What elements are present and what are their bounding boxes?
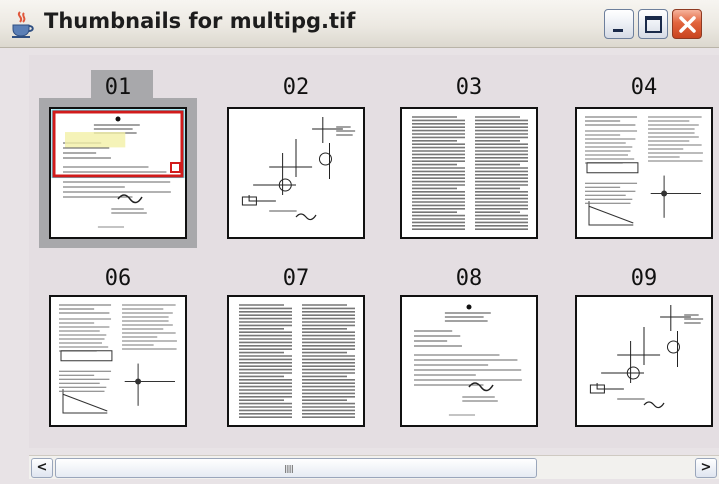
close-button[interactable] bbox=[672, 9, 702, 39]
thumbnail-label: 03 bbox=[455, 75, 483, 100]
page-thumbnail-image[interactable] bbox=[227, 107, 365, 239]
thumbnail-label: 08 bbox=[455, 266, 483, 291]
close-icon bbox=[679, 16, 696, 33]
thumbnail-label: 06 bbox=[104, 266, 132, 291]
scroll-right-button[interactable]: > bbox=[695, 458, 717, 478]
scroll-left-button[interactable]: < bbox=[31, 458, 53, 478]
minimize-button[interactable] bbox=[604, 9, 634, 39]
thumbnail-label: 01 bbox=[104, 75, 132, 100]
java-cup-icon bbox=[10, 10, 36, 38]
page-thumbnail-image[interactable] bbox=[400, 295, 538, 427]
page-thumbnail-image[interactable] bbox=[49, 107, 187, 239]
page-thumbnail-image[interactable] bbox=[575, 107, 713, 239]
chevron-left-icon: < bbox=[36, 460, 48, 475]
chevron-right-icon: > bbox=[700, 460, 712, 475]
scrollbar-grip: IIII bbox=[284, 463, 294, 476]
minimize-icon bbox=[613, 29, 623, 32]
thumbnail-label: 07 bbox=[282, 266, 310, 291]
maximize-button[interactable] bbox=[638, 9, 668, 39]
maximize-icon bbox=[645, 16, 662, 33]
thumbnail-window: Thumbnails for multipg.tif 01 02 03 04 06 07 0… bbox=[0, 0, 719, 484]
page-thumbnail-image[interactable] bbox=[575, 295, 713, 427]
thumbnail-label: 02 bbox=[282, 75, 310, 100]
thumbnail-label: 04 bbox=[630, 75, 658, 100]
page-thumbnail-image[interactable] bbox=[49, 295, 187, 427]
page-thumbnail-image[interactable] bbox=[227, 295, 365, 427]
page-thumbnail-image[interactable] bbox=[400, 107, 538, 239]
scrollbar-thumb[interactable]: IIII bbox=[55, 458, 537, 478]
thumbnail-label: 09 bbox=[630, 266, 658, 291]
horizontal-scrollbar[interactable]: < IIII > bbox=[29, 455, 719, 479]
title-bar[interactable]: Thumbnails for multipg.tif bbox=[0, 0, 719, 48]
window-title: Thumbnails for multipg.tif bbox=[44, 9, 356, 33]
thumbnail-grid: 01 02 03 04 06 07 08 09 bbox=[29, 55, 719, 448]
